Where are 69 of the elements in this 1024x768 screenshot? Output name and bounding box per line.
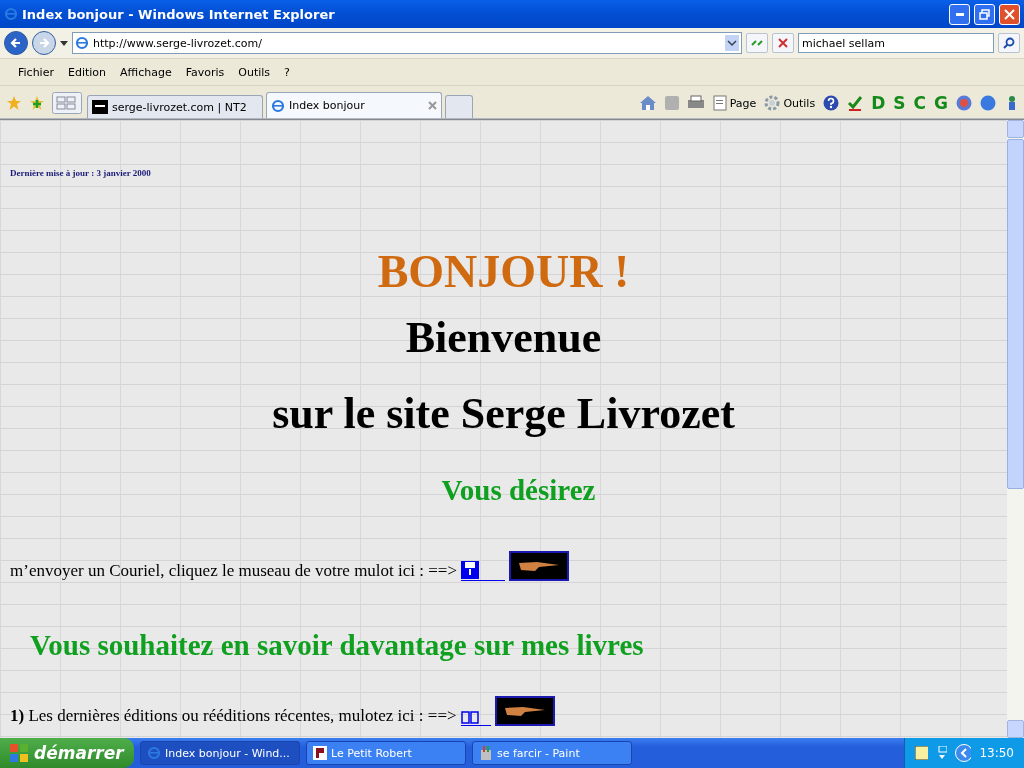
site-icon <box>92 100 108 114</box>
checkmark-icon[interactable] <box>847 95 864 111</box>
toolbar-button[interactable]: Outils <box>764 95 816 111</box>
taskbar-item[interactable]: Index bonjour - Wind... <box>140 741 300 765</box>
letter-button[interactable]: S <box>893 93 906 113</box>
paint-icon <box>479 746 493 760</box>
browser-icon <box>4 7 18 21</box>
forward-arrow-icon <box>38 37 50 49</box>
book-link-icon[interactable] <box>460 710 491 726</box>
welcome-heading: sur le site Serge Livrozet <box>271 388 736 440</box>
menu-item[interactable]: Fichier <box>12 63 60 81</box>
restore-button[interactable] <box>974 3 995 25</box>
stop-button[interactable] <box>772 33 794 53</box>
search-icon <box>1003 37 1015 49</box>
address-field[interactable]: http://www.serge-livrozet.com/ <box>72 32 742 54</box>
section-heading: Vous souhaitez en savoir davantage sur mes livres <box>29 629 645 662</box>
update-note: Dernière mise à jour : 3 janvier 2000 <box>10 168 152 178</box>
welcome-heading: Bienvenue <box>404 312 603 364</box>
books-text: 1) Les dernières éditions ou rééditions récentes, mulotez ici : ==> <box>10 706 457 726</box>
windows-logo-icon <box>10 744 28 762</box>
search-field[interactable]: michael sellam <box>798 33 994 53</box>
minimize-icon <box>955 12 964 16</box>
dropdown-icon[interactable] <box>725 35 739 51</box>
start-button[interactable]: démarrer <box>0 738 134 768</box>
menu-item[interactable]: Edition <box>61 63 112 81</box>
clock: 13:50 <box>979 746 1014 760</box>
stop-icon <box>778 38 788 48</box>
browser-icon <box>147 746 161 760</box>
letter-button[interactable]: D <box>871 93 886 113</box>
home-icon[interactable] <box>638 95 657 111</box>
restore-icon <box>979 8 990 20</box>
browser-tab[interactable]: serge-livrozet.com | NT2 <box>87 95 263 118</box>
menu-item[interactable]: Outils <box>232 63 277 81</box>
printer-icon[interactable] <box>686 95 705 111</box>
browser-icon <box>271 98 285 113</box>
mail-text: m’envoyer un Couriel, cliquez le museau de votre mulot ici : ==> <box>10 561 458 581</box>
dictionary-icon <box>313 746 327 760</box>
toolbar-button[interactable]: Page <box>712 95 757 111</box>
caret-icon[interactable] <box>60 40 68 46</box>
window-title: Index bonjour - Windows Internet Explorer <box>22 6 336 22</box>
floppy-link-icon[interactable] <box>461 561 506 581</box>
close-tab-icon[interactable] <box>428 101 437 110</box>
star-icon[interactable] <box>6 95 22 111</box>
letter-button[interactable]: C <box>913 93 927 113</box>
section-heading: Vous désirez <box>440 474 597 507</box>
chevron-icon[interactable] <box>954 744 972 762</box>
settings-icon <box>764 95 781 111</box>
add-favorite-icon[interactable] <box>29 95 45 111</box>
letter-button[interactable]: G <box>934 93 948 113</box>
greeting-heading: BONJOUR ! <box>376 245 631 299</box>
close-icon <box>1004 8 1015 20</box>
refresh-button[interactable] <box>746 33 768 53</box>
browser-tab[interactable]: Index bonjour <box>266 92 442 118</box>
pointing-hand-button[interactable] <box>494 696 555 726</box>
menu-item[interactable]: ? <box>278 63 296 81</box>
back-button[interactable] <box>4 31 28 55</box>
forward-button[interactable] <box>32 31 56 55</box>
back-arrow-icon <box>10 37 22 49</box>
page-icon <box>712 95 727 111</box>
pointing-hand-button[interactable] <box>509 551 570 581</box>
taskbar-item[interactable]: se farcir - Paint <box>472 741 632 765</box>
scrollbar[interactable] <box>1007 120 1024 738</box>
minimize-button[interactable] <box>949 3 970 25</box>
menu-item[interactable]: Affichage <box>114 63 178 81</box>
close-button[interactable] <box>999 3 1020 25</box>
browser-icon <box>75 36 89 50</box>
taskbar-item[interactable]: Le Petit Robert <box>306 741 466 765</box>
search-button[interactable] <box>998 33 1020 53</box>
menu-item[interactable]: Favoris <box>179 63 231 81</box>
